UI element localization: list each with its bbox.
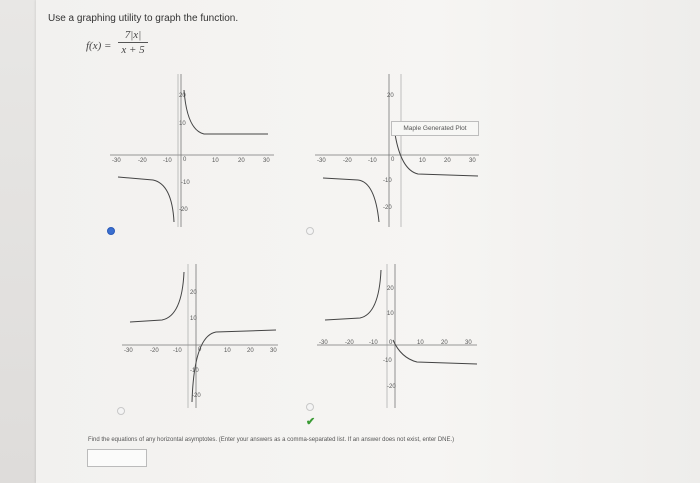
function-numerator: 7|x| bbox=[118, 29, 148, 43]
asymptote-question: Find the equations of any horizontal asy… bbox=[88, 437, 455, 443]
x-tick-label: 10 bbox=[224, 348, 231, 354]
y-tick-label: -10 bbox=[190, 368, 199, 374]
x-tick-label: -30 bbox=[112, 158, 121, 164]
y-tick-label: 20 bbox=[179, 93, 186, 99]
x-tick-label: 0 bbox=[391, 157, 395, 163]
graph-option-c: -30 -20 -10 0 10 20 30 20 10 -10 -20 bbox=[122, 264, 278, 408]
y-tick-label: -20 bbox=[192, 393, 201, 399]
asymptote-answer-input[interactable] bbox=[87, 449, 147, 467]
x-tick-label: 0 bbox=[183, 157, 187, 163]
graph-option-a: -30 -20 -10 0 10 20 30 20 10 -10 -20 bbox=[110, 74, 274, 227]
x-tick-label: -20 bbox=[150, 348, 159, 354]
x-tick-label: 20 bbox=[441, 340, 448, 346]
y-tick-label: 10 bbox=[387, 311, 394, 317]
x-tick-label: -10 bbox=[369, 340, 378, 346]
y-tick-label: -10 bbox=[383, 178, 392, 184]
x-tick-label: 10 bbox=[419, 158, 426, 164]
function-label: f(x) = bbox=[86, 40, 112, 52]
curve-right-branch bbox=[183, 89, 268, 135]
function-denominator: x + 5 bbox=[121, 44, 145, 56]
x-tick-label: 10 bbox=[417, 340, 424, 346]
x-tick-label: 30 bbox=[270, 348, 277, 354]
radio-option-d[interactable] bbox=[306, 403, 314, 411]
y-tick-label: 20 bbox=[190, 290, 197, 296]
x-tick-label: 10 bbox=[212, 158, 219, 164]
x-tick-label: 30 bbox=[263, 158, 270, 164]
radio-option-b[interactable] bbox=[306, 227, 314, 235]
x-tick-label: -10 bbox=[163, 158, 172, 164]
y-tick-label: -10 bbox=[181, 180, 190, 186]
y-tick-label: -10 bbox=[383, 358, 392, 364]
x-tick-label: -20 bbox=[345, 340, 354, 346]
y-tick-label: 10 bbox=[179, 121, 186, 127]
graph-option-b: -30 -20 -10 0 10 20 30 20 -10 -20 bbox=[315, 74, 479, 227]
x-tick-label: -20 bbox=[343, 158, 352, 164]
curve-left-branch bbox=[324, 269, 382, 321]
x-tick-label: 30 bbox=[465, 340, 472, 346]
x-tick-label: -10 bbox=[173, 348, 182, 354]
x-tick-label: 20 bbox=[444, 158, 451, 164]
y-tick-label: 20 bbox=[387, 93, 394, 99]
x-tick-label: -10 bbox=[368, 158, 377, 164]
x-tick-label: -30 bbox=[319, 340, 328, 346]
correct-check-icon: ✔ bbox=[306, 416, 316, 428]
graph-option-d: -30 -20 -10 0 10 20 30 20 10 -10 -20 bbox=[317, 264, 478, 408]
x-tick-label: -30 bbox=[124, 348, 133, 354]
problem-prompt: Use a graphing utility to graph the func… bbox=[48, 13, 239, 24]
x-tick-label: -30 bbox=[317, 158, 326, 164]
y-tick-label: 20 bbox=[387, 286, 394, 292]
radio-option-a[interactable] bbox=[107, 227, 115, 235]
curve-left-branch bbox=[117, 176, 175, 223]
curve-left-branch bbox=[322, 177, 380, 223]
maple-generated-plot-label: Maple Generated Plot bbox=[391, 121, 479, 136]
x-tick-label: -20 bbox=[138, 158, 147, 164]
x-tick-label: 20 bbox=[238, 158, 245, 164]
y-tick-label: -20 bbox=[387, 384, 396, 390]
radio-option-c[interactable] bbox=[117, 407, 125, 415]
x-tick-label: 20 bbox=[247, 348, 254, 354]
y-tick-label: -20 bbox=[179, 207, 188, 213]
function-fraction: 7|x| x + 5 bbox=[118, 29, 148, 56]
curve-left-branch bbox=[129, 271, 185, 323]
curve-right-branch bbox=[191, 329, 277, 403]
x-tick-label: 0 bbox=[198, 347, 202, 353]
y-tick-label: -20 bbox=[383, 205, 392, 211]
x-tick-label: 30 bbox=[469, 158, 476, 164]
y-tick-label: 10 bbox=[190, 316, 197, 322]
